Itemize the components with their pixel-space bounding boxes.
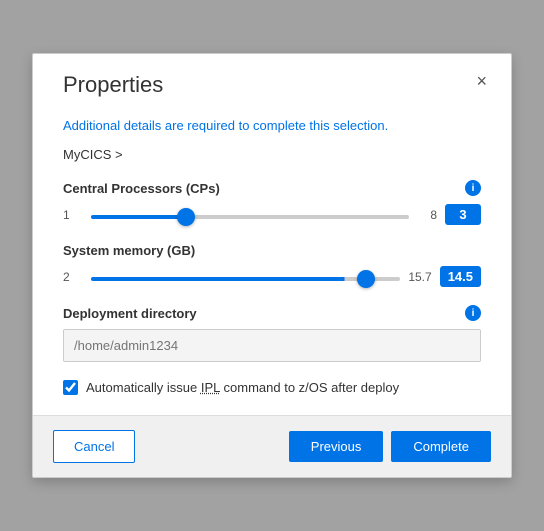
deployment-label-row: Deployment directory i: [63, 305, 481, 321]
memory-slider-row: 2 15.7 14.5: [63, 266, 481, 287]
modal-header: Properties ×: [33, 54, 511, 108]
deployment-info-icon[interactable]: i: [465, 305, 481, 321]
cp-min: 1: [63, 208, 83, 222]
cp-info-icon[interactable]: i: [465, 180, 481, 196]
checkbox-label-suffix: command to z/OS after deploy: [220, 380, 399, 395]
deployment-label: Deployment directory: [63, 306, 197, 321]
memory-slider[interactable]: [91, 277, 400, 281]
cp-slider[interactable]: [91, 215, 409, 219]
ipl-checkbox-label[interactable]: Automatically issue IPL command to z/OS …: [86, 380, 399, 395]
cp-label: Central Processors (CPs): [63, 181, 220, 196]
properties-modal: Properties × Additional details are requ…: [32, 53, 512, 478]
cancel-button[interactable]: Cancel: [53, 430, 135, 463]
checkbox-label-prefix: Automatically issue: [86, 380, 201, 395]
cp-field-row: Central Processors (CPs) i 1 8 3: [63, 180, 481, 225]
cp-slider-container: [91, 207, 409, 222]
cp-value: 3: [445, 204, 481, 225]
memory-max: 15.7: [408, 270, 431, 284]
deployment-field-row: Deployment directory i: [63, 305, 481, 362]
cp-max: 8: [417, 208, 437, 222]
memory-value: 14.5: [440, 266, 481, 287]
memory-min: 2: [63, 270, 83, 284]
modal-title: Properties: [63, 72, 163, 98]
memory-field-row: System memory (GB) 2 15.7 14.5: [63, 243, 481, 287]
ipl-link: IPL: [201, 380, 220, 395]
deployment-input[interactable]: [63, 329, 481, 362]
cp-label-row: Central Processors (CPs) i: [63, 180, 481, 196]
modal-overlay: Properties × Additional details are requ…: [0, 0, 544, 531]
breadcrumb: MyCICS >: [63, 147, 481, 162]
modal-footer: Cancel Previous Complete: [33, 415, 511, 477]
close-button[interactable]: ×: [472, 72, 491, 90]
complete-button[interactable]: Complete: [391, 431, 491, 462]
modal-body: Additional details are required to compl…: [33, 108, 511, 415]
memory-label-row: System memory (GB): [63, 243, 481, 258]
memory-label: System memory (GB): [63, 243, 195, 258]
ipl-checkbox[interactable]: [63, 380, 78, 395]
memory-slider-container: [91, 269, 400, 284]
previous-button[interactable]: Previous: [289, 431, 384, 462]
ipl-checkbox-row: Automatically issue IPL command to z/OS …: [63, 380, 481, 395]
footer-right-buttons: Previous Complete: [289, 431, 491, 462]
subtitle-text: Additional details are required to compl…: [63, 118, 481, 133]
cp-slider-row: 1 8 3: [63, 204, 481, 225]
